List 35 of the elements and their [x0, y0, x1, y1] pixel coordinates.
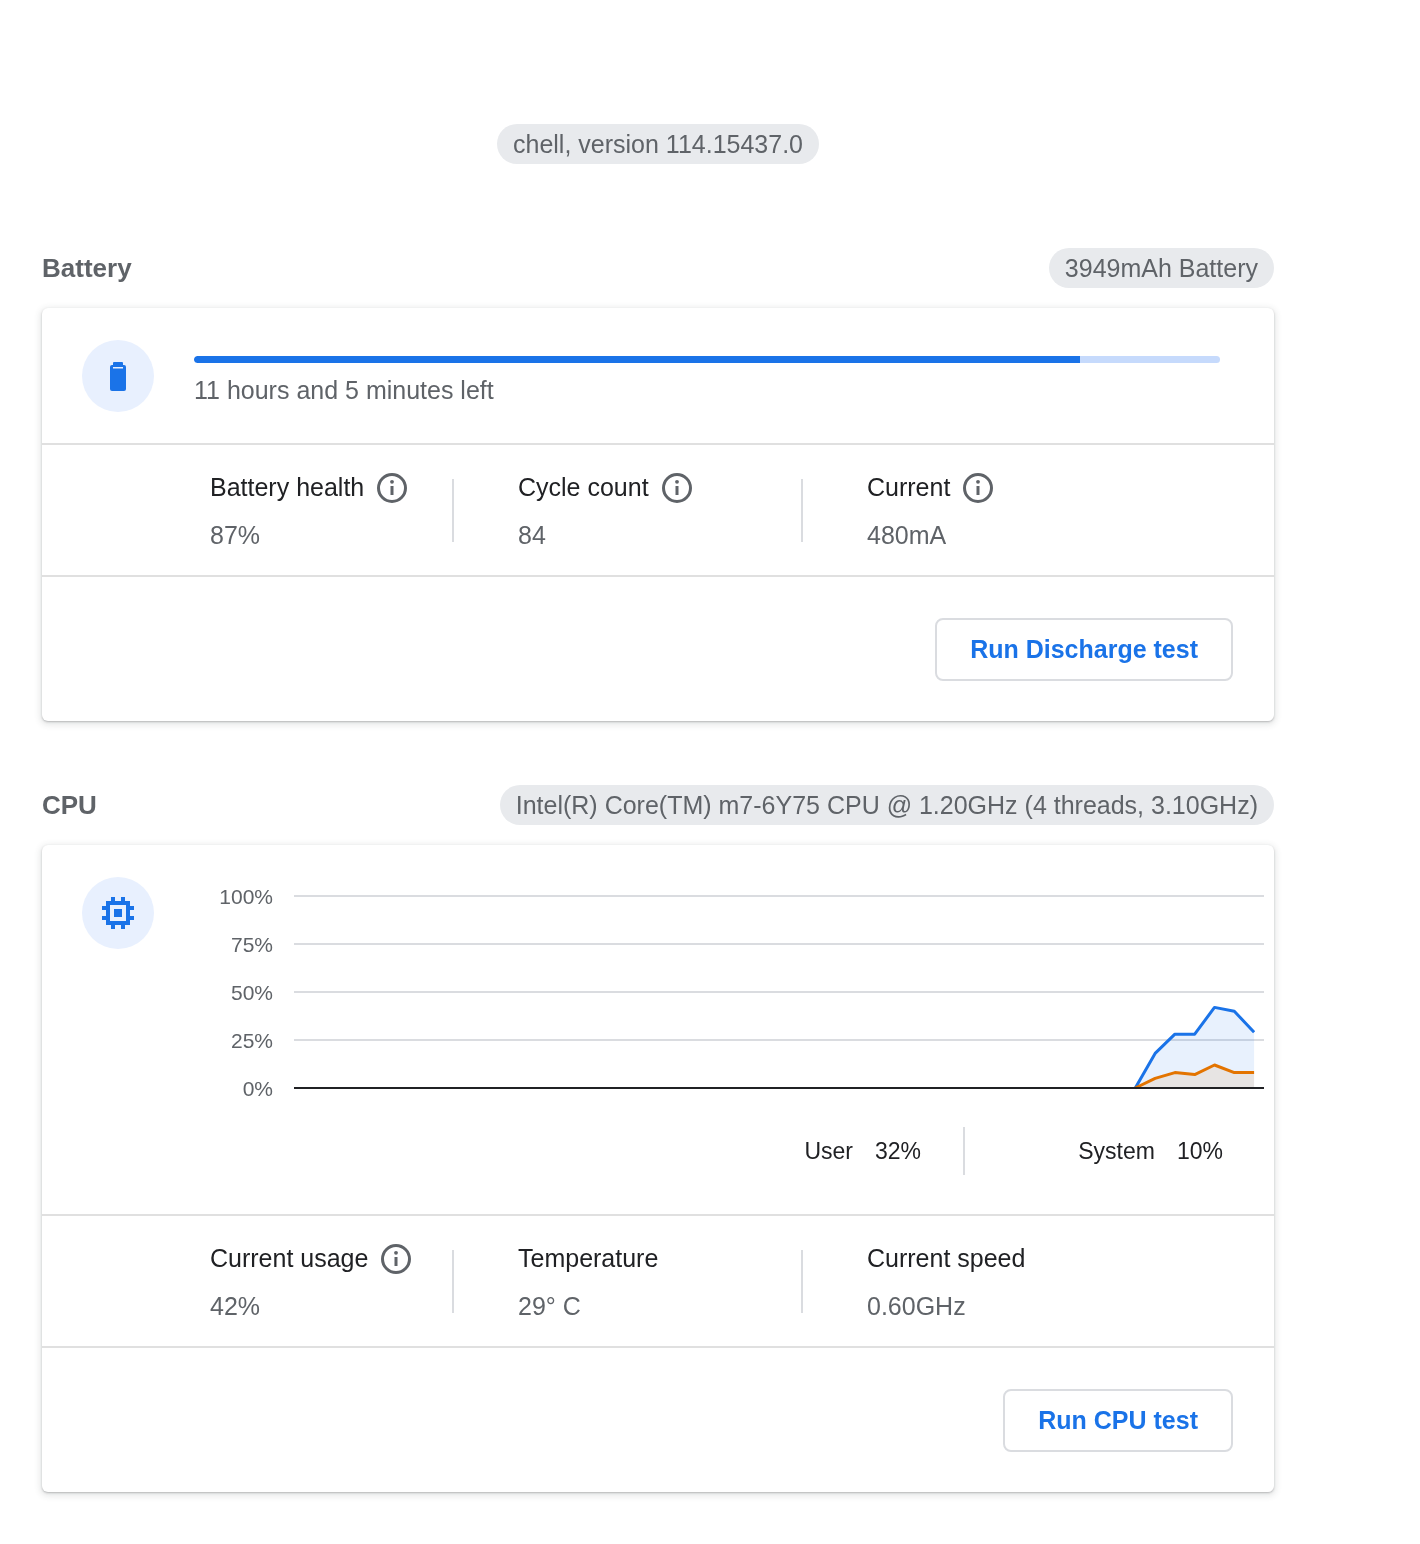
cpu-chip-icon [82, 877, 154, 949]
stat-label: Cycle count [518, 473, 649, 502]
axis-tick-label: 0% [242, 1076, 273, 1100]
axis-tick-label: 50% [230, 980, 273, 1004]
info-icon[interactable] [377, 472, 408, 503]
time-remaining-text: 11 hours and 5 minutes left [194, 375, 495, 405]
stat-label: Temperature [518, 1244, 659, 1273]
stat-value: 480mA [867, 519, 948, 550]
info-icon[interactable] [963, 472, 994, 503]
battery-icon [82, 340, 154, 412]
section-title: Battery [42, 252, 132, 284]
section-title: CPU [42, 789, 97, 821]
run-test-button[interactable]: Run CPU test [1003, 1389, 1233, 1452]
axis-tick-label: 75% [230, 932, 273, 956]
stat-label: Battery health [210, 473, 365, 502]
legend-label: System [1078, 1137, 1155, 1165]
stat-value: 0.60GHz [867, 1290, 967, 1321]
stat-label: Current usage [210, 1244, 369, 1273]
legend-label: User [804, 1137, 853, 1165]
axis-tick-label: 25% [230, 1028, 273, 1052]
version-chip: chell, version 114.15437.0 [497, 124, 819, 164]
stat-value: 87% [210, 519, 262, 550]
info-icon[interactable] [381, 1243, 412, 1274]
legend-value: 10% [1176, 1137, 1223, 1165]
stat-value: 42% [210, 1290, 262, 1321]
device-info-chip: 3949mAh Battery [1048, 248, 1274, 288]
stat-label: Current speed [867, 1244, 1026, 1273]
stat-value: 29° C [518, 1290, 582, 1321]
info-icon[interactable] [661, 472, 692, 503]
axis-tick-label: 100% [219, 884, 273, 908]
stat-label: Current [867, 473, 951, 502]
legend-value: 32% [874, 1137, 921, 1165]
stat-value: 84 [518, 519, 547, 550]
run-test-button[interactable]: Run Discharge test [935, 618, 1233, 681]
device-info-chip: Intel(R) Core(TM) m7-6Y75 CPU @ 1.20GHz (4 threads, 3.10GHz) [499, 785, 1274, 825]
